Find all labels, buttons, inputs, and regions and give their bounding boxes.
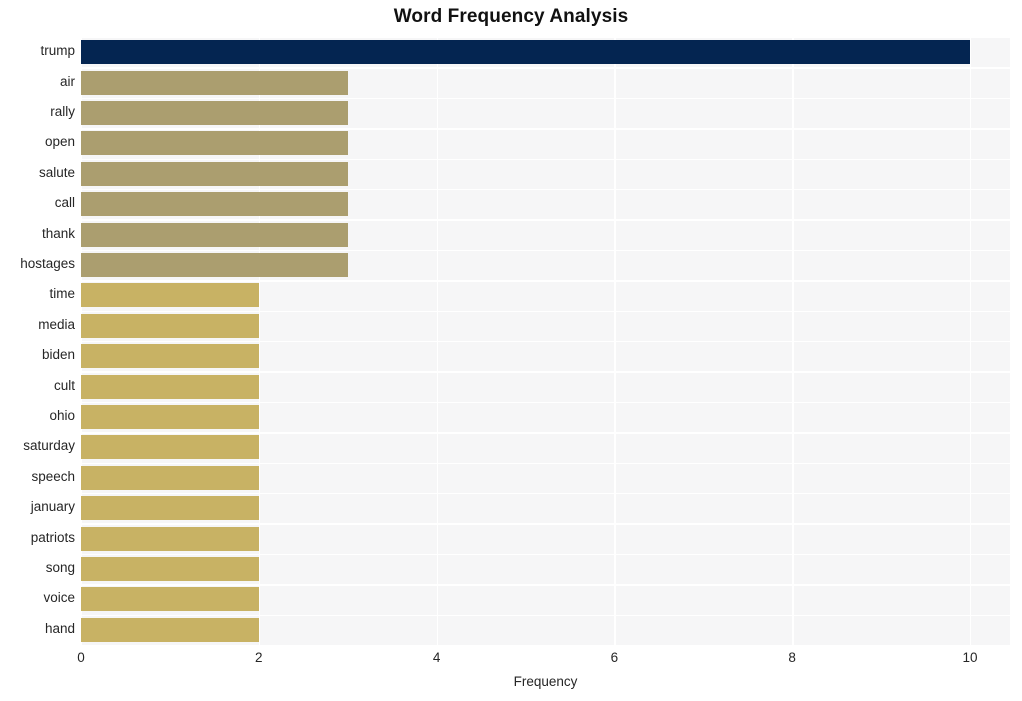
y-tick-label-patriots: patriots [30,529,75,545]
x-tick-label-2: 2 [255,650,263,665]
y-tick-label-hand: hand [44,620,75,636]
bar-media[interactable] [81,313,259,338]
horizontal-gridline-16 [81,523,1010,525]
horizontal-gridline-17 [81,553,1010,556]
bar-biden[interactable] [81,344,259,369]
horizontal-gridline-11 [81,371,1010,373]
bar-hostages[interactable] [81,253,348,277]
y-tick-label-air: air [59,73,75,89]
y-tick-label-rally: rally [50,104,75,119]
bar-thank[interactable] [81,222,348,247]
y-tick-label-song: song [45,560,75,575]
bar-rally[interactable] [81,101,348,125]
x-axis-label: Frequency [513,674,578,689]
horizontal-gridline-2 [81,97,1010,100]
bar-patriots[interactable] [81,526,259,551]
bar-air[interactable] [81,70,348,95]
y-tick-label-speech: speech [31,468,75,484]
x-tick-label-10: 10 [962,650,978,665]
y-tick-label-media: media [38,316,75,332]
horizontal-gridline-9 [81,310,1010,312]
y-tick-label-ohio: ohio [49,408,75,423]
y-tick-label-salute: salute [38,164,75,180]
horizontal-gridline-18 [81,584,1010,586]
horizontal-gridline-5 [81,189,1010,191]
horizontal-gridline-0 [81,37,1010,39]
bar-trump[interactable] [81,40,970,65]
horizontal-gridline-8 [81,280,1010,282]
x-tick-label-6: 6 [610,650,619,665]
y-tick-label-thank: thank [41,225,75,241]
y-tick-label-voice: voice [43,590,75,606]
horizontal-gridline-14 [81,462,1010,464]
horizontal-gridline-19 [81,614,1010,616]
x-tick-label-4: 4 [432,650,441,665]
bar-salute[interactable] [81,161,348,186]
horizontal-gridline-3 [81,128,1010,130]
x-tick-label-0: 0 [77,650,85,665]
horizontal-gridline-10 [81,341,1010,343]
y-tick-label-open: open [44,134,75,150]
bar-voice[interactable] [81,587,259,612]
plot-area [81,37,1010,645]
bar-cult[interactable] [81,374,259,399]
bar-ohio[interactable] [81,405,259,429]
horizontal-gridline-13 [81,432,1010,434]
y-tick-label-call: call [54,195,75,211]
bar-open[interactable] [81,131,348,156]
y-tick-label-saturday: saturday [23,438,75,454]
bar-time[interactable] [81,283,259,308]
bar-song[interactable] [81,557,259,581]
bar-hand[interactable] [81,617,259,642]
chart-figure: Word Frequency Analysis trump air rally ope… [0,0,1022,701]
horizontal-gridline-7 [81,249,1010,252]
y-tick-label-january: january [30,499,75,515]
y-tick-label-trump: trump [40,43,75,59]
horizontal-gridline-1 [81,67,1010,69]
y-tick-label-biden: biden [41,347,75,363]
y-tick-label-hostages: hostages [20,256,75,271]
horizontal-gridline-6 [81,219,1010,221]
horizontal-gridline-15 [81,493,1010,495]
horizontal-gridline-12 [81,401,1010,404]
bar-january[interactable] [81,496,259,521]
bar-speech[interactable] [81,465,259,490]
horizontal-gridline-4 [81,158,1010,160]
y-tick-label-cult: cult [53,377,75,393]
y-tick-label-time: time [49,286,75,302]
bar-call[interactable] [81,192,348,217]
bar-saturday[interactable] [81,435,259,460]
chart-title: Word Frequency Analysis [393,6,629,27]
x-tick-label-8: 8 [788,650,796,665]
